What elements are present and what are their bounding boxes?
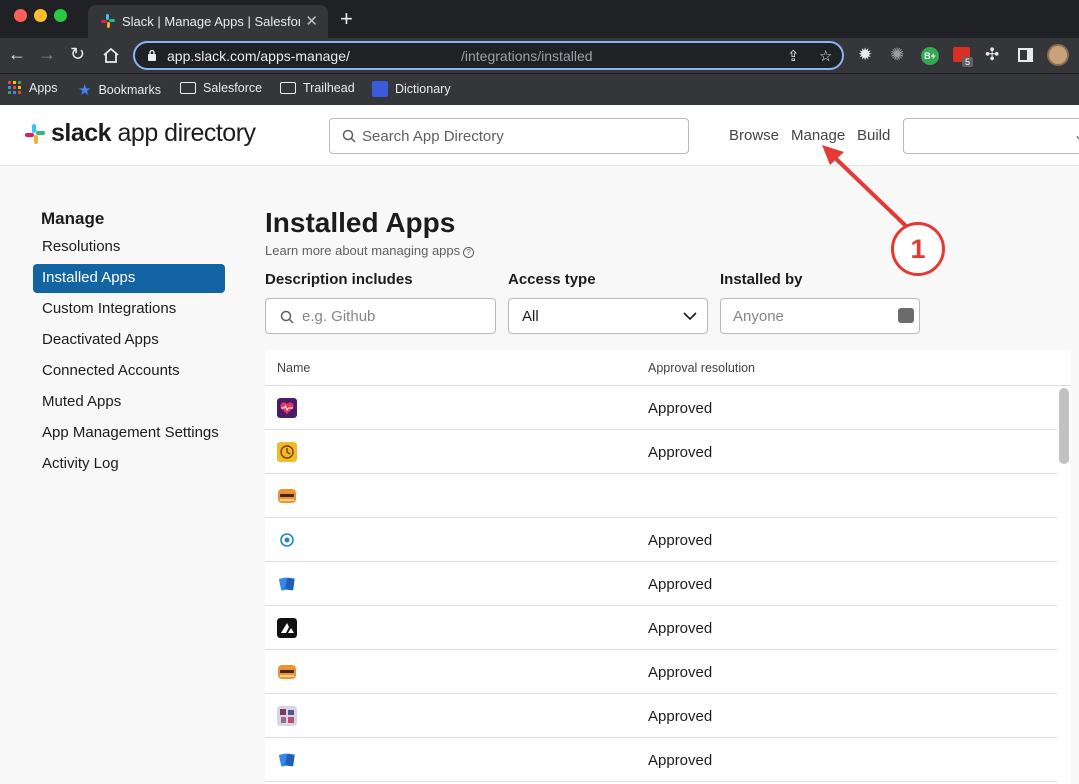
annotation-arrow-icon (822, 145, 908, 228)
step-number-badge: 1 (891, 222, 945, 276)
